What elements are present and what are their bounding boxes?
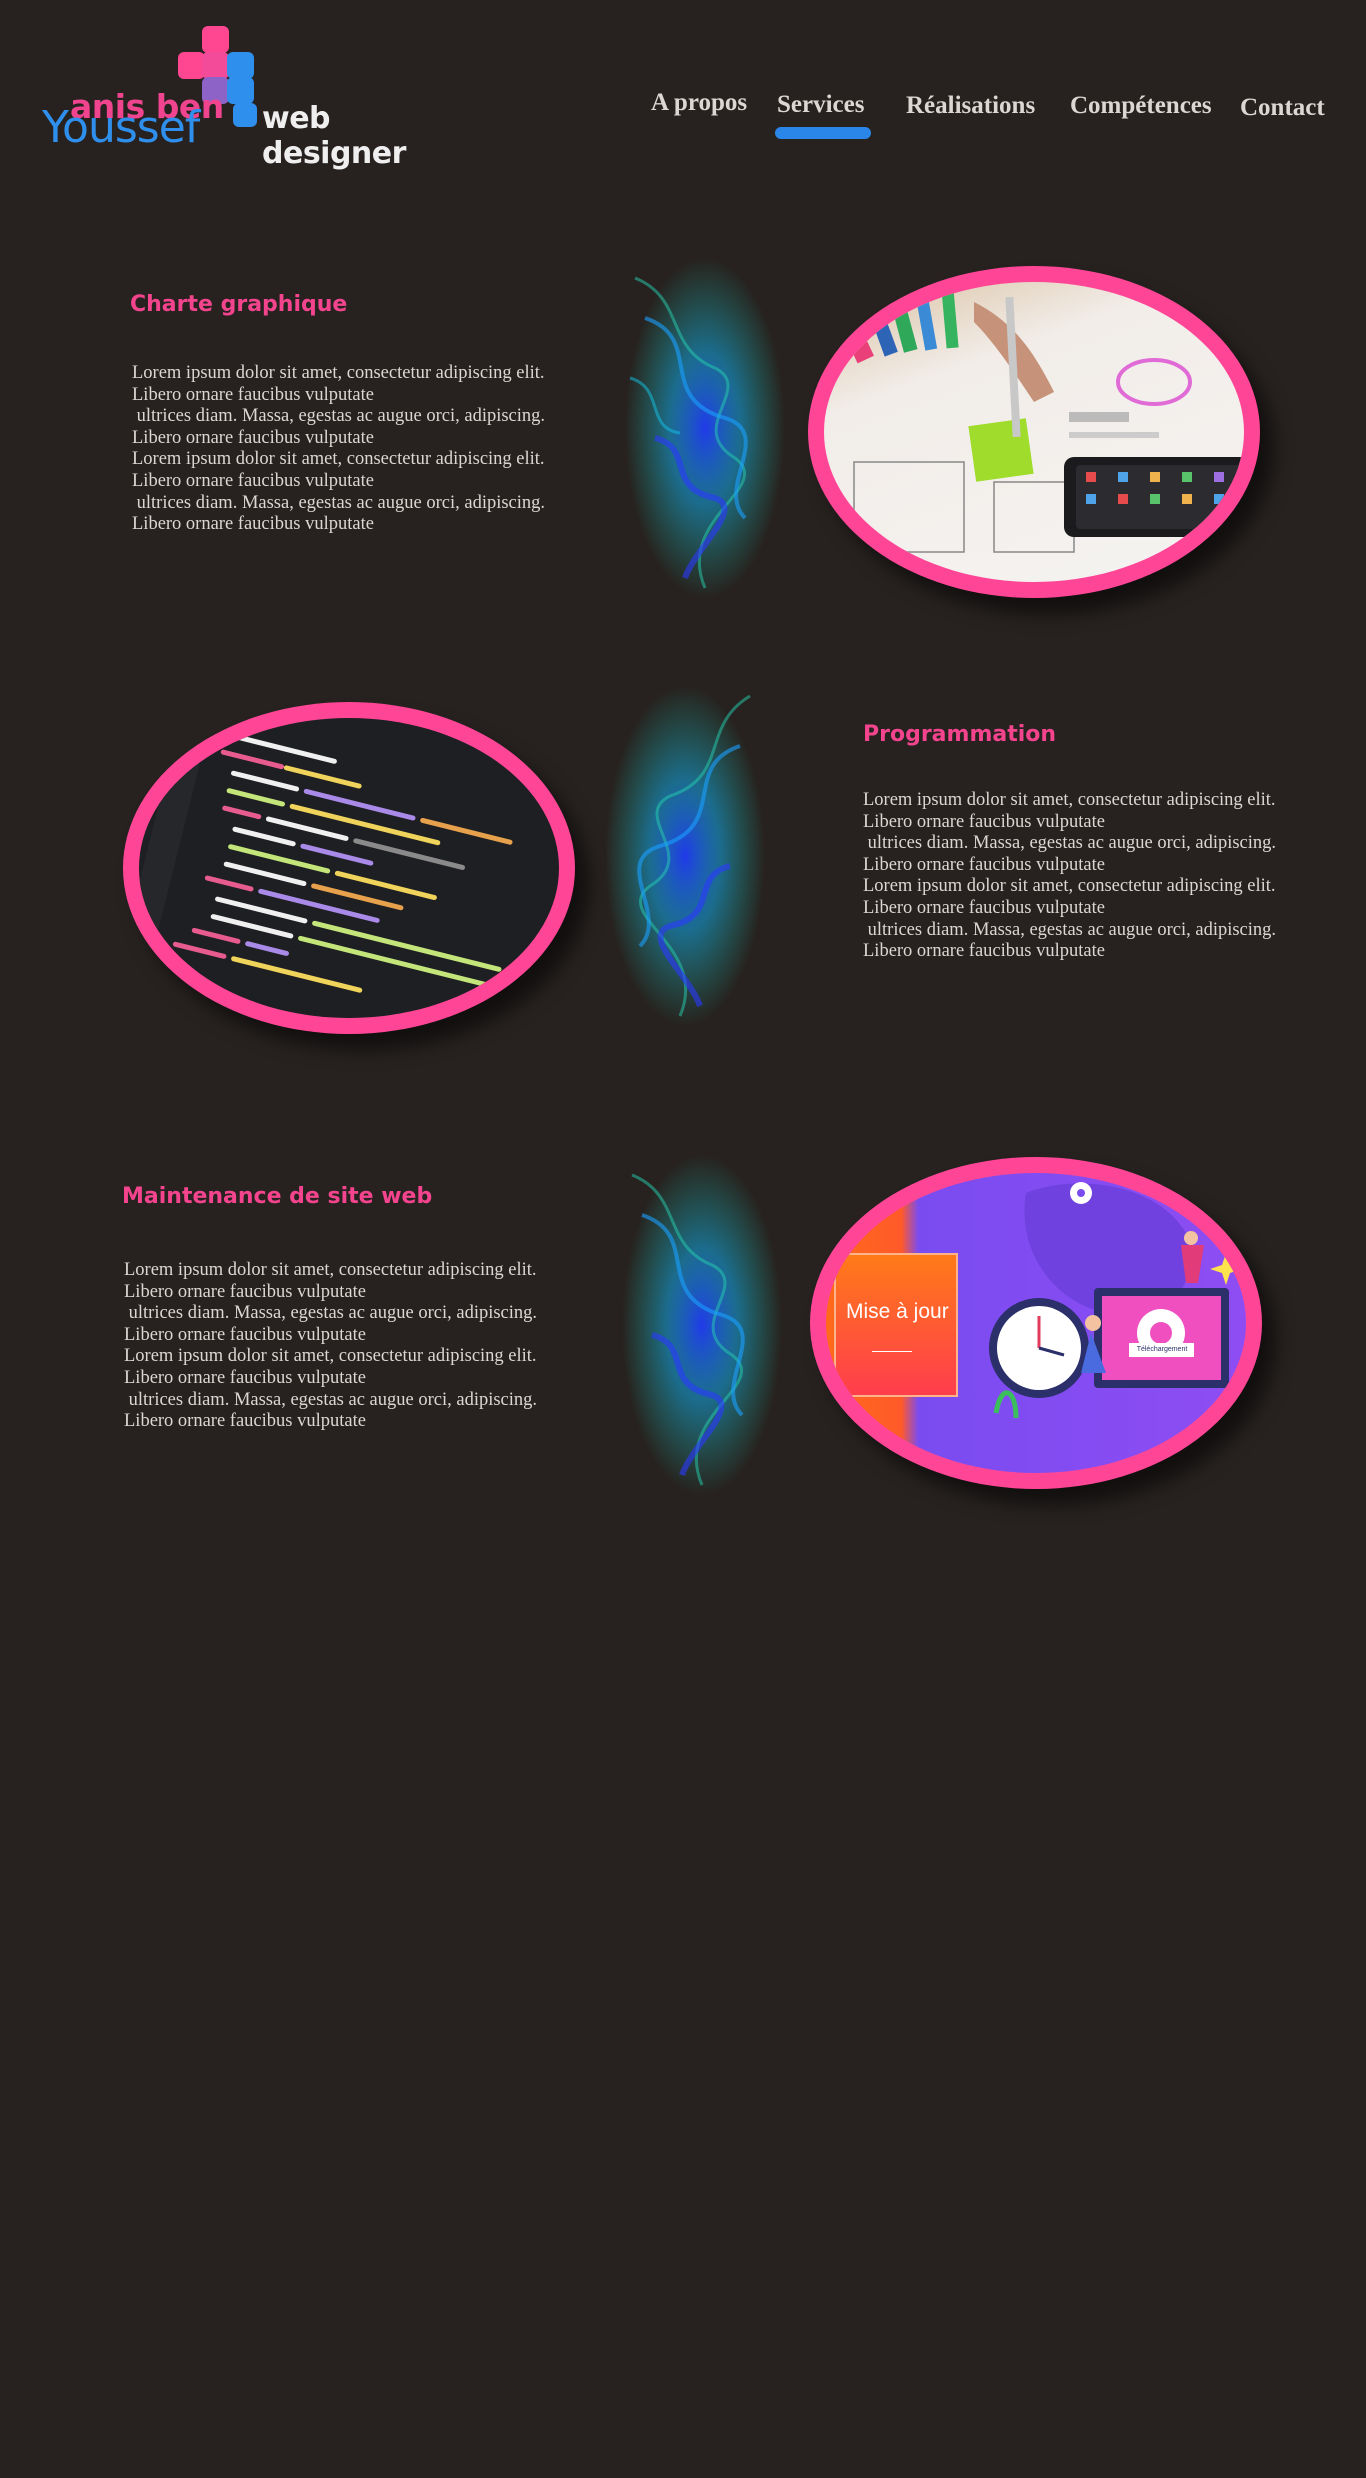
nav-link-contact[interactable]: Contact <box>1240 94 1325 122</box>
nav-link-competences[interactable]: Compétences <box>1070 92 1212 120</box>
nav-link-services[interactable]: Services <box>777 91 864 119</box>
section-text: Lorem ipsum dolor sit amet, consectetur … <box>132 363 546 535</box>
service-image-frame: Mise à jour Téléchargement <box>810 1157 1262 1489</box>
particle-cloud-decoration <box>625 258 785 598</box>
logo-square <box>233 103 257 127</box>
logo-tagline: web designer <box>262 101 406 171</box>
code-editor-photo <box>139 718 559 1018</box>
logo-name-last: Youssef <box>42 102 200 153</box>
logo-square <box>202 52 229 79</box>
service-image-frame <box>808 266 1260 598</box>
section-title: Maintenance de site web <box>122 1184 433 1209</box>
particle-cloud-decoration <box>605 686 765 1026</box>
section-title: Programmation <box>863 722 1057 747</box>
section-text: Lorem ipsum dolor sit amet, consectetur … <box>863 790 1277 962</box>
logo-square <box>202 26 229 53</box>
service-image-frame <box>123 702 575 1034</box>
nav-link-realisations[interactable]: Réalisations <box>906 92 1035 120</box>
logo-square <box>178 52 205 79</box>
active-nav-indicator <box>775 127 871 139</box>
mise-a-jour-illustration: Mise à jour Téléchargement <box>826 1173 1246 1473</box>
download-badge: Téléchargement <box>1136 1346 1188 1353</box>
hand-drawing-wireframe-photo <box>824 282 1244 582</box>
logo[interactable]: anis ben Youssef web designer <box>40 24 450 171</box>
logo-square <box>227 77 254 104</box>
section-text: Lorem ipsum dolor sit amet, consectetur … <box>124 1260 538 1432</box>
nav-link-a-propos[interactable]: A propos <box>651 89 747 117</box>
gear-icon <box>1070 1182 1092 1204</box>
section-title: Charte graphique <box>130 292 348 317</box>
logo-square <box>227 52 254 79</box>
particle-cloud-decoration <box>622 1155 782 1495</box>
